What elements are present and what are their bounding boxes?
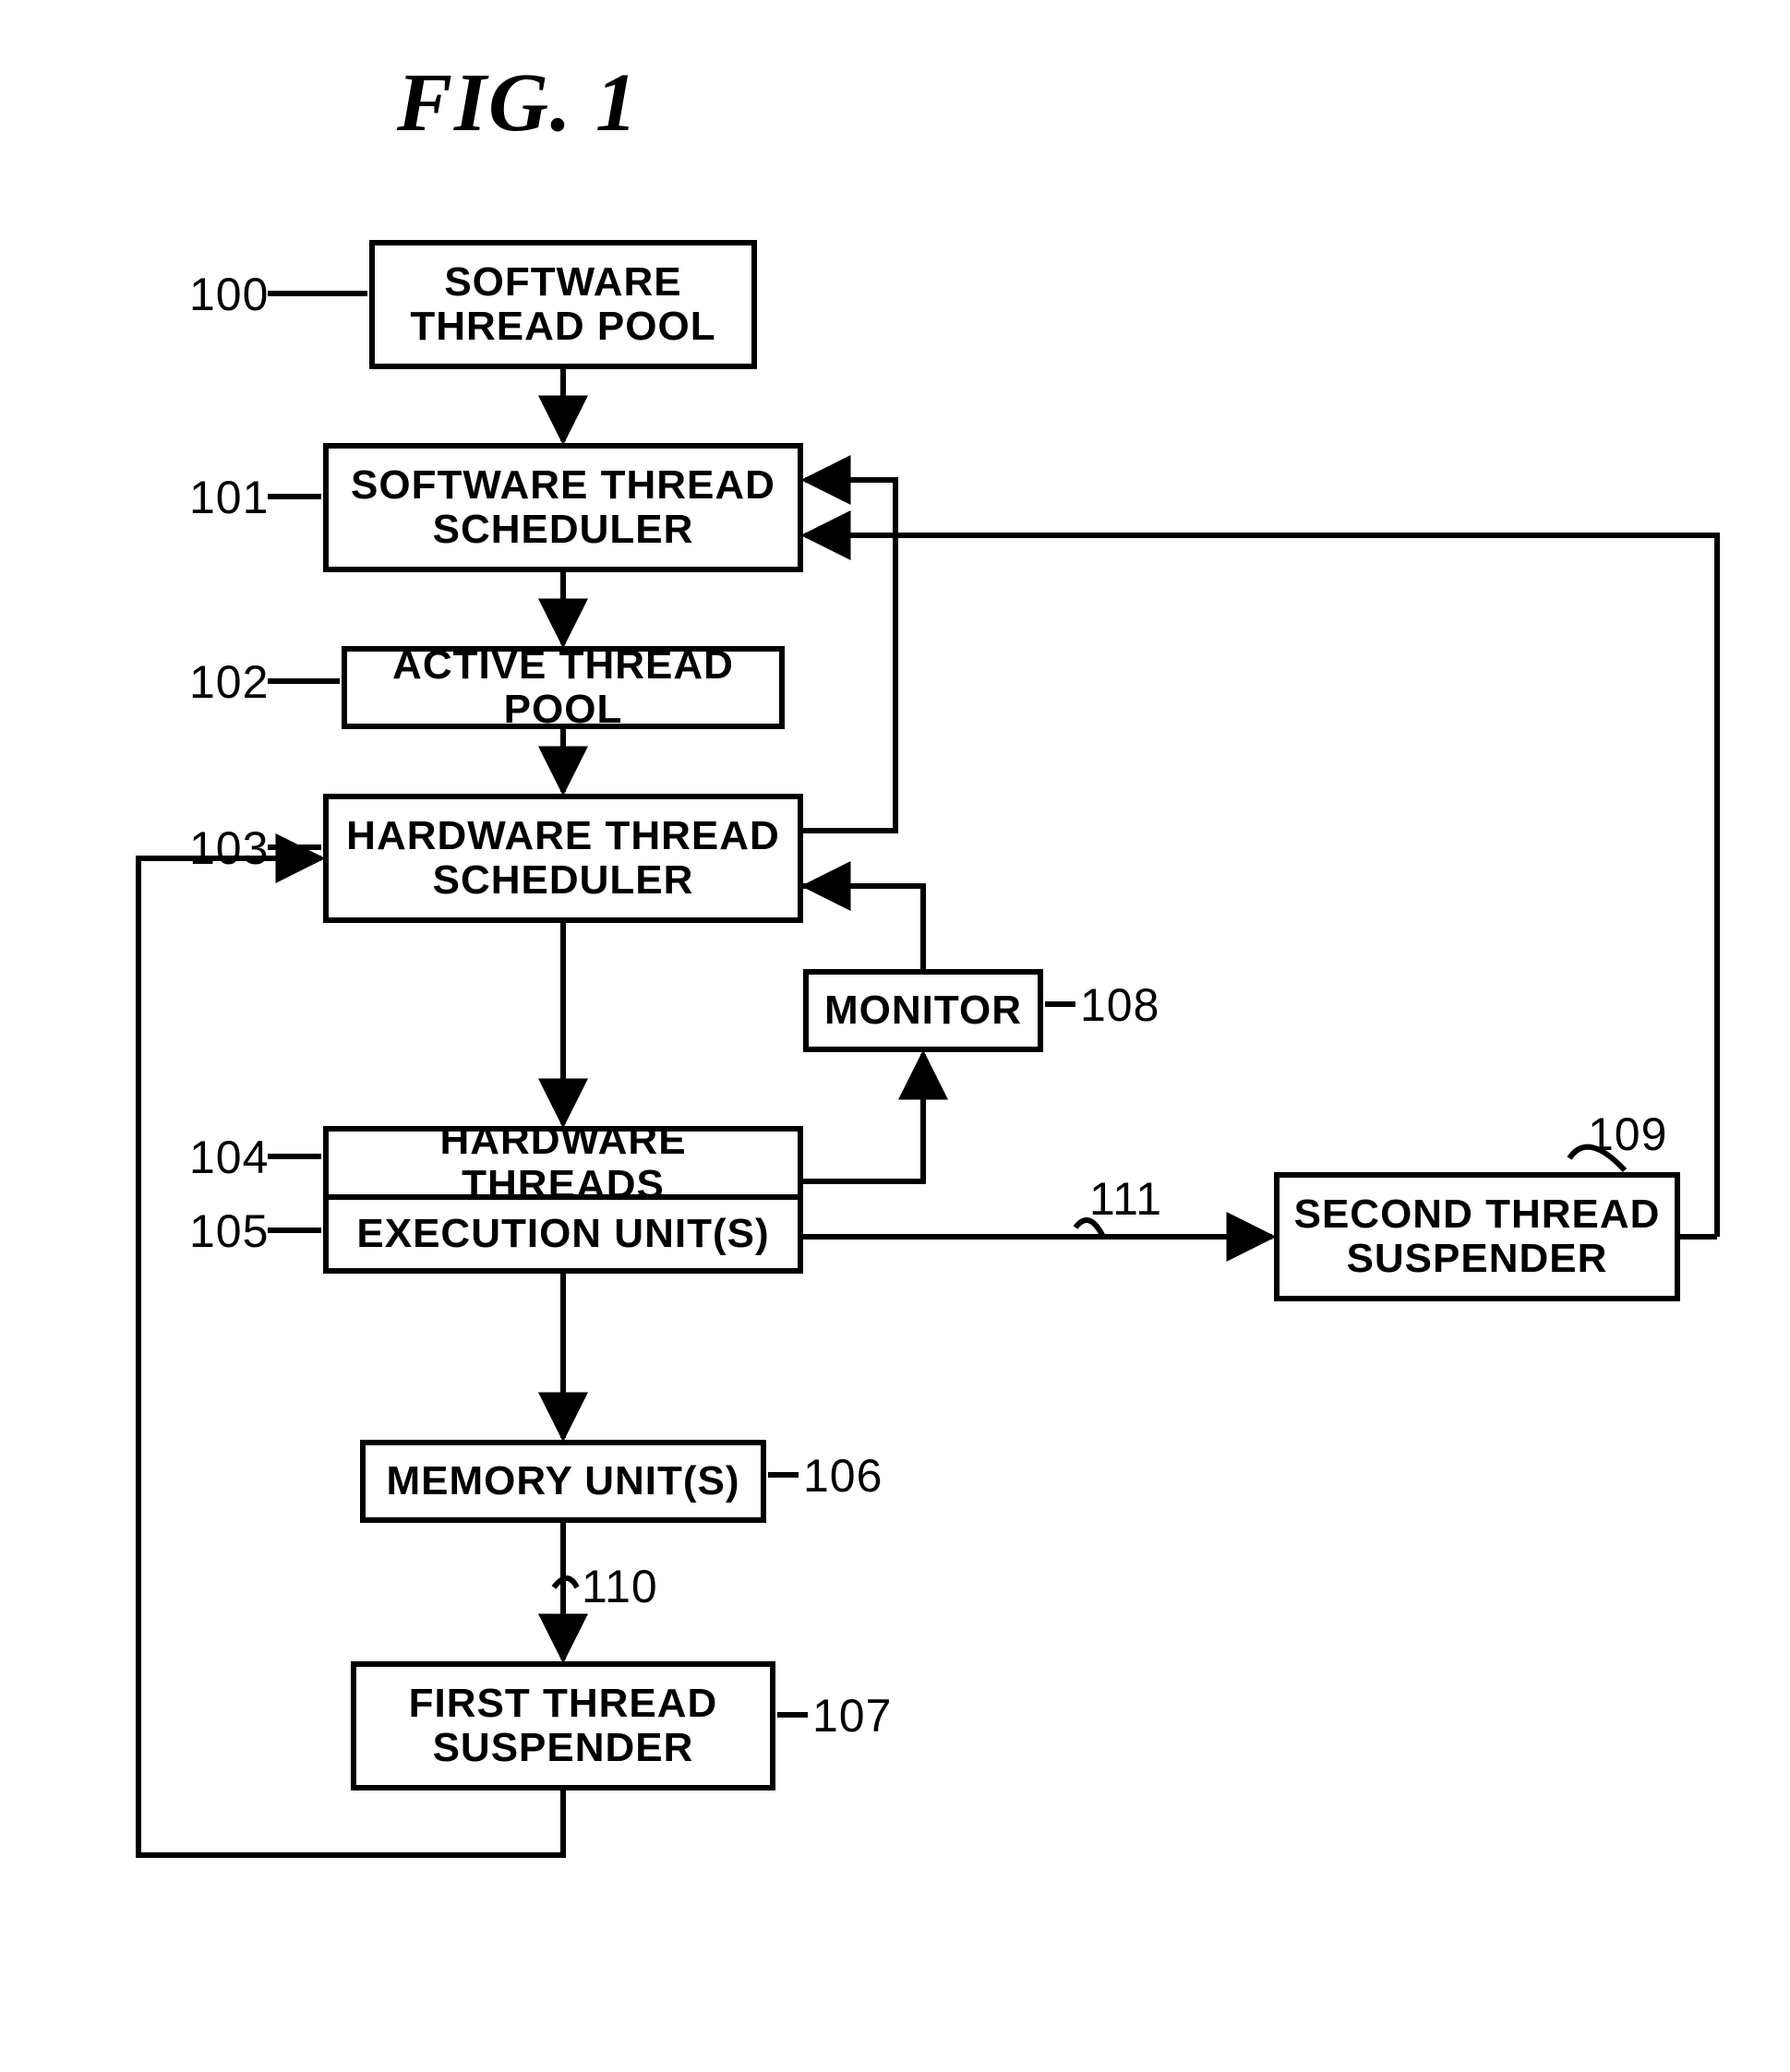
ref-106: 106 [803,1449,883,1503]
block-monitor: MONITOR [803,969,1043,1052]
block-software-thread-pool: SOFTWARETHREAD POOL [369,240,757,369]
ref-100: 100 [189,268,269,321]
ref-109: 109 [1588,1108,1667,1161]
block-execution-units: EXECUTION UNIT(S) [323,1200,803,1274]
block-second-thread-suspender: SECOND THREADSUSPENDER [1274,1172,1680,1301]
block-first-thread-suspender: FIRST THREADSUSPENDER [351,1661,775,1791]
figure-title: FIG. 1 [397,55,639,150]
ref-104: 104 [189,1131,269,1184]
ref-107: 107 [812,1689,892,1743]
ref-101: 101 [189,471,269,524]
block-active-thread-pool: ACTIVE THREAD POOL [342,646,785,729]
block-hardware-thread-scheduler: HARDWARE THREADSCHEDULER [323,794,803,923]
block-hardware-threads: HARDWARE THREADS [323,1126,803,1200]
ref-103: 103 [189,821,269,875]
ref-105: 105 [189,1204,269,1258]
ref-110: 110 [582,1560,658,1613]
diagram-page: { "figure": { "title": "FIG. 1" }, "bloc… [0,0,1790,2072]
ref-108: 108 [1080,978,1159,1032]
ref-111: 111 [1089,1172,1162,1226]
ref-102: 102 [189,655,269,709]
block-memory-units: MEMORY UNIT(S) [360,1440,766,1523]
block-software-thread-scheduler: SOFTWARE THREADSCHEDULER [323,443,803,572]
